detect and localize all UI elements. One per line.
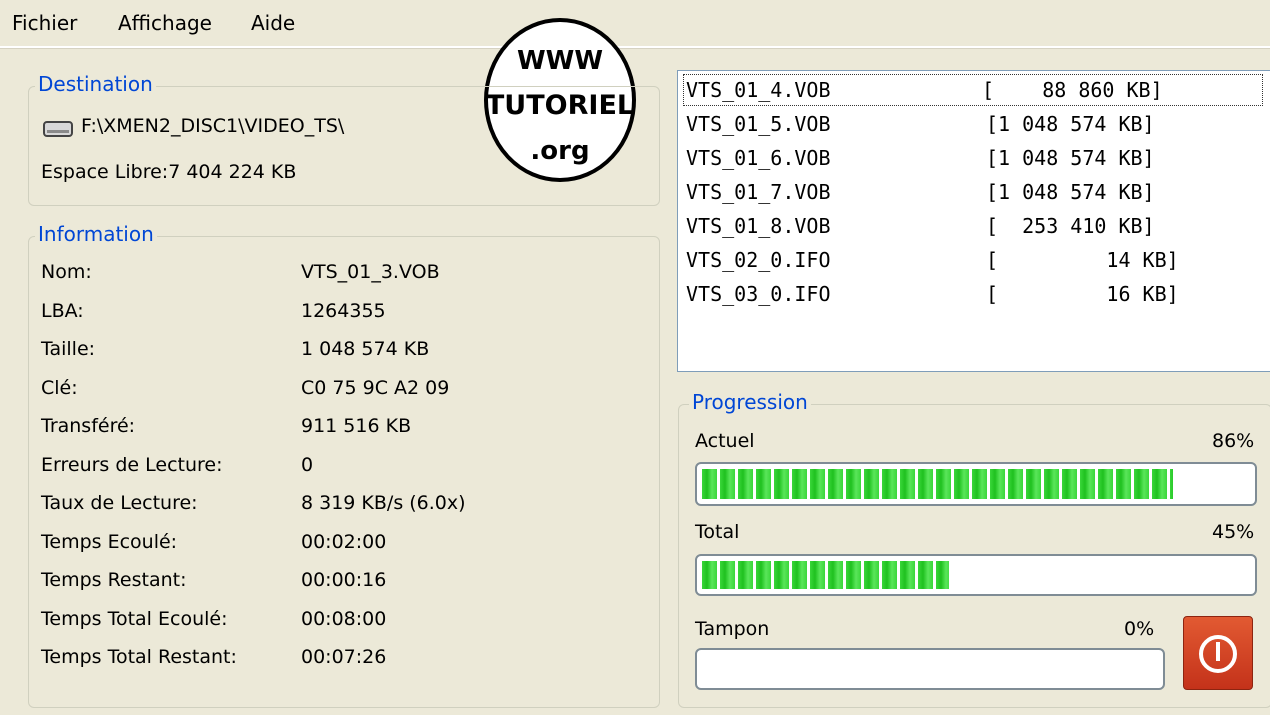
info-value: 00:07:26 [301,646,387,668]
info-label: Temps Total Restant: [41,646,237,668]
destination-path: F:\XMEN2_DISC1\VIDEO_TS\ [81,115,345,137]
info-label: Clé: [41,376,78,399]
svg-text:WWW: WWW [517,46,603,76]
info-label: Taux de Lecture: [41,492,198,514]
file-size: [1 048 574 KB] [986,146,1155,170]
actuel-percent: 86% [1212,430,1255,452]
file-name: VTS_01_4.VOB [686,78,831,102]
destination-legend: Destination [35,72,156,96]
file-list-item[interactable]: VTS_01_5.VOB [1 048 574 KB] [686,107,1155,141]
destination-group: Destination F:\XMEN2_DISC1\VIDEO_TS\ Esp… [28,72,660,206]
info-value: 0 [301,453,314,476]
actuel-progress-fill [702,469,1173,499]
power-icon [1199,635,1237,673]
file-list-item[interactable]: VTS_03_0.IFO [ 16 KB] [686,277,1179,311]
total-label: Total [695,521,740,543]
drive-icon [43,121,73,137]
progression-legend: Progression [689,390,811,414]
file-name: VTS_03_0.IFO [686,282,831,306]
info-value: VTS_01_3.VOB [301,261,440,283]
info-value: 1264355 [301,299,386,322]
file-size: [ 253 410 KB] [986,214,1155,238]
info-label: Erreurs de Lecture: [41,453,223,476]
info-value: C0 75 9C A2 09 [301,376,450,399]
file-list-item[interactable]: VTS_02_0.IFO [ 14 KB] [686,243,1179,277]
info-label: Temps Restant: [41,569,187,591]
file-name: VTS_01_7.VOB [686,180,831,204]
tampon-label: Tampon [695,618,770,640]
info-value: 8 319 KB/s (6.0x) [301,492,466,514]
info-label: Temps Total Ecoulé: [41,607,228,630]
file-list-item[interactable]: VTS_01_4.VOB [ 88 860 KB] [682,73,1264,107]
tampon-percent: 0% [1124,618,1155,640]
tampon-progress-bar [695,648,1165,690]
file-size: [ 16 KB] [986,282,1179,306]
file-list[interactable]: VTS_01_4.VOB [ 88 860 KB] VTS_01_5.VOB [1 0… [677,70,1270,372]
menu-aide[interactable]: Aide [251,11,295,35]
file-size: [ 88 860 KB] [982,78,1163,102]
info-label: Transféré: [41,415,136,437]
info-value: 1 048 574 KB [301,338,430,360]
menu-fichier[interactable]: Fichier [12,11,77,35]
info-value: 911 516 KB [301,415,412,437]
total-progress-fill [702,561,949,589]
info-value: 00:02:00 [301,530,387,553]
file-name: VTS_01_6.VOB [686,146,831,170]
stop-button[interactable] [1183,616,1253,690]
file-size: [ 14 KB] [986,248,1179,272]
file-list-item[interactable]: VTS_01_8.VOB [ 253 410 KB] [686,209,1155,243]
file-name: VTS_02_0.IFO [686,248,831,272]
information-group: Information Nom: VTS_01_3.VOB LBA: 1264355 T… [28,222,660,708]
info-label: Temps Ecoulé: [41,530,178,553]
file-name: VTS_01_8.VOB [686,214,831,238]
info-label: Nom: [41,261,92,283]
info-label: LBA: [41,299,84,322]
info-value: 00:00:16 [301,569,387,591]
file-size: [1 048 574 KB] [986,180,1155,204]
info-label: Taille: [41,338,96,360]
info-value: 00:08:00 [301,607,387,630]
free-space-label: Espace Libre:7 404 224 KB [41,161,297,183]
file-size: [1 048 574 KB] [986,112,1155,136]
file-list-item[interactable]: VTS_01_6.VOB [1 048 574 KB] [686,141,1155,175]
total-percent: 45% [1212,521,1255,543]
file-name: VTS_01_5.VOB [686,112,831,136]
menu-affichage[interactable]: Affichage [118,11,212,35]
total-progress-bar [695,554,1257,596]
actuel-progress-bar [695,462,1257,506]
file-list-item[interactable]: VTS_01_7.VOB [1 048 574 KB] [686,175,1155,209]
information-legend: Information [35,222,157,246]
actuel-label: Actuel [695,430,755,452]
